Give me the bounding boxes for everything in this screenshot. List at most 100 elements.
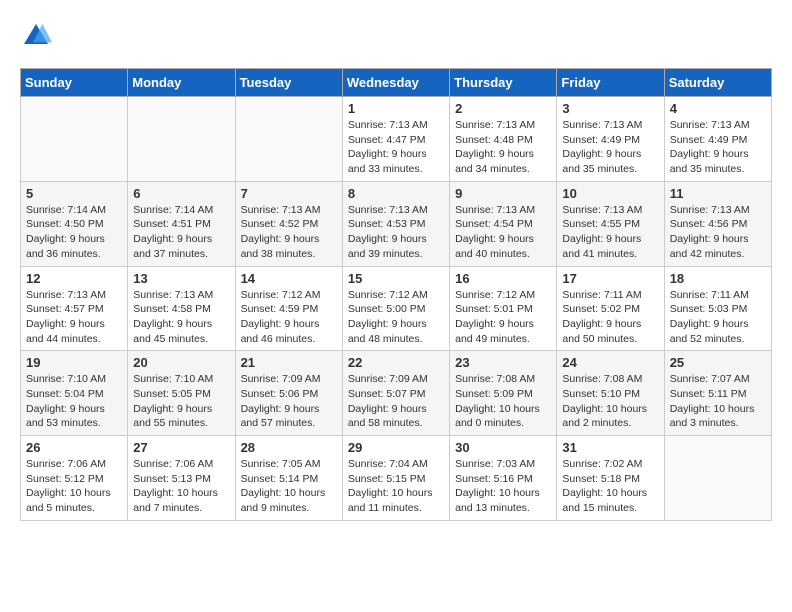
- calendar-week-row: 5 Sunrise: 7:14 AM Sunset: 4:50 PM Daylig…: [21, 181, 772, 266]
- day-info: Sunrise: 7:04 AM Sunset: 5:15 PM Dayligh…: [348, 457, 444, 516]
- day-info: Sunrise: 7:12 AM Sunset: 4:59 PM Dayligh…: [241, 288, 337, 347]
- day-info: Sunrise: 7:13 AM Sunset: 4:52 PM Dayligh…: [241, 203, 337, 262]
- day-info: Sunrise: 7:06 AM Sunset: 5:13 PM Dayligh…: [133, 457, 229, 516]
- day-info: Sunrise: 7:12 AM Sunset: 5:01 PM Dayligh…: [455, 288, 551, 347]
- calendar-cell: 15 Sunrise: 7:12 AM Sunset: 5:00 PM Dayli…: [342, 266, 449, 351]
- logo-icon: [20, 20, 52, 52]
- calendar-cell: 4 Sunrise: 7:13 AM Sunset: 4:49 PM Daylig…: [664, 97, 771, 182]
- weekday-header: Monday: [128, 69, 235, 97]
- day-info: Sunrise: 7:10 AM Sunset: 5:04 PM Dayligh…: [26, 372, 122, 431]
- calendar-week-row: 12Sunrise: 7:13 AM Sunset: 4:57 PM Dayli…: [21, 266, 772, 351]
- day-info: Sunrise: 7:10 AM Sunset: 5:05 PM Dayligh…: [133, 372, 229, 431]
- day-info: Sunrise: 7:11 AM Sunset: 5:02 PM Dayligh…: [562, 288, 658, 347]
- day-number: 30: [455, 440, 551, 455]
- day-info: Sunrise: 7:06 AM Sunset: 5:12 PM Dayligh…: [26, 457, 122, 516]
- weekday-header: Thursday: [450, 69, 557, 97]
- day-number: 25: [670, 355, 766, 370]
- day-number: 9: [455, 186, 551, 201]
- day-info: Sunrise: 7:07 AM Sunset: 5:11 PM Dayligh…: [670, 372, 766, 431]
- logo: [20, 20, 56, 52]
- calendar-cell: 18Sunrise: 7:11 AM Sunset: 5:03 PM Dayli…: [664, 266, 771, 351]
- weekday-header-row: SundayMondayTuesdayWednesdayThursdayFrid…: [21, 69, 772, 97]
- calendar-cell: 17 Sunrise: 7:11 AM Sunset: 5:02 PM Dayli…: [557, 266, 664, 351]
- calendar-cell: [664, 436, 771, 521]
- calendar-cell: 2 Sunrise: 7:13 AM Sunset: 4:48 PM Daylig…: [450, 97, 557, 182]
- calendar-cell: 29 Sunrise: 7:04 AM Sunset: 5:15 PM Dayli…: [342, 436, 449, 521]
- calendar-cell: 26 Sunrise: 7:06 AM Sunset: 5:12 PM Dayli…: [21, 436, 128, 521]
- day-number: 26: [26, 440, 122, 455]
- calendar-cell: 13 Sunrise: 7:13 AM Sunset: 4:58 PM Dayli…: [128, 266, 235, 351]
- day-info: Sunrise: 7:02 AM Sunset: 5:18 PM Dayligh…: [562, 457, 658, 516]
- calendar-week-row: 19 Sunrise: 7:10 AM Sunset: 5:04 PM Dayli…: [21, 351, 772, 436]
- day-info: Sunrise: 7:12 AM Sunset: 5:00 PM Dayligh…: [348, 288, 444, 347]
- day-info: Sunrise: 7:08 AM Sunset: 5:09 PM Dayligh…: [455, 372, 551, 431]
- day-info: Sunrise: 7:13 AM Sunset: 4:48 PM Dayligh…: [455, 118, 551, 177]
- calendar-cell: 8 Sunrise: 7:13 AM Sunset: 4:53 PM Daylig…: [342, 181, 449, 266]
- day-number: 28: [241, 440, 337, 455]
- day-info: Sunrise: 7:13 AM Sunset: 4:47 PM Dayligh…: [348, 118, 444, 177]
- weekday-header: Saturday: [664, 69, 771, 97]
- day-number: 15: [348, 271, 444, 286]
- calendar-cell: 27 Sunrise: 7:06 AM Sunset: 5:13 PM Dayli…: [128, 436, 235, 521]
- day-number: 27: [133, 440, 229, 455]
- calendar-cell: 21 Sunrise: 7:09 AM Sunset: 5:06 PM Dayli…: [235, 351, 342, 436]
- day-number: 17: [562, 271, 658, 286]
- calendar-cell: 16 Sunrise: 7:12 AM Sunset: 5:01 PM Dayli…: [450, 266, 557, 351]
- calendar-cell: 12Sunrise: 7:13 AM Sunset: 4:57 PM Dayli…: [21, 266, 128, 351]
- calendar-cell: 20Sunrise: 7:10 AM Sunset: 5:05 PM Dayli…: [128, 351, 235, 436]
- day-info: Sunrise: 7:13 AM Sunset: 4:56 PM Dayligh…: [670, 203, 766, 262]
- day-info: Sunrise: 7:13 AM Sunset: 4:49 PM Dayligh…: [670, 118, 766, 177]
- day-number: 16: [455, 271, 551, 286]
- day-number: 13: [133, 271, 229, 286]
- day-number: 31: [562, 440, 658, 455]
- calendar-week-row: 26 Sunrise: 7:06 AM Sunset: 5:12 PM Dayli…: [21, 436, 772, 521]
- day-number: 1: [348, 101, 444, 116]
- day-number: 21: [241, 355, 337, 370]
- calendar-cell: 30 Sunrise: 7:03 AM Sunset: 5:16 PM Dayli…: [450, 436, 557, 521]
- calendar-cell: 24Sunrise: 7:08 AM Sunset: 5:10 PM Dayli…: [557, 351, 664, 436]
- day-number: 10: [562, 186, 658, 201]
- calendar-cell: 6Sunrise: 7:14 AM Sunset: 4:51 PM Daylig…: [128, 181, 235, 266]
- calendar-week-row: 1 Sunrise: 7:13 AM Sunset: 4:47 PM Daylig…: [21, 97, 772, 182]
- day-info: Sunrise: 7:09 AM Sunset: 5:06 PM Dayligh…: [241, 372, 337, 431]
- calendar-cell: 1 Sunrise: 7:13 AM Sunset: 4:47 PM Daylig…: [342, 97, 449, 182]
- weekday-header: Wednesday: [342, 69, 449, 97]
- calendar-cell: 23 Sunrise: 7:08 AM Sunset: 5:09 PM Dayli…: [450, 351, 557, 436]
- day-number: 2: [455, 101, 551, 116]
- calendar-cell: 5 Sunrise: 7:14 AM Sunset: 4:50 PM Daylig…: [21, 181, 128, 266]
- day-info: Sunrise: 7:13 AM Sunset: 4:54 PM Dayligh…: [455, 203, 551, 262]
- calendar-cell: 25 Sunrise: 7:07 AM Sunset: 5:11 PM Dayli…: [664, 351, 771, 436]
- day-number: 29: [348, 440, 444, 455]
- calendar-cell: [235, 97, 342, 182]
- calendar-cell: 9 Sunrise: 7:13 AM Sunset: 4:54 PM Daylig…: [450, 181, 557, 266]
- calendar-cell: 10 Sunrise: 7:13 AM Sunset: 4:55 PM Dayli…: [557, 181, 664, 266]
- calendar-cell: [128, 97, 235, 182]
- page-header: [20, 20, 772, 52]
- day-number: 22: [348, 355, 444, 370]
- day-info: Sunrise: 7:13 AM Sunset: 4:53 PM Dayligh…: [348, 203, 444, 262]
- day-info: Sunrise: 7:13 AM Sunset: 4:58 PM Dayligh…: [133, 288, 229, 347]
- calendar-cell: 3Sunrise: 7:13 AM Sunset: 4:49 PM Daylig…: [557, 97, 664, 182]
- day-info: Sunrise: 7:11 AM Sunset: 5:03 PM Dayligh…: [670, 288, 766, 347]
- weekday-header: Sunday: [21, 69, 128, 97]
- day-number: 4: [670, 101, 766, 116]
- day-info: Sunrise: 7:13 AM Sunset: 4:55 PM Dayligh…: [562, 203, 658, 262]
- calendar-cell: 11Sunrise: 7:13 AM Sunset: 4:56 PM Dayli…: [664, 181, 771, 266]
- day-number: 7: [241, 186, 337, 201]
- weekday-header: Friday: [557, 69, 664, 97]
- calendar-cell: 22Sunrise: 7:09 AM Sunset: 5:07 PM Dayli…: [342, 351, 449, 436]
- day-number: 14: [241, 271, 337, 286]
- day-number: 8: [348, 186, 444, 201]
- day-number: 5: [26, 186, 122, 201]
- day-number: 3: [562, 101, 658, 116]
- calendar-cell: 14 Sunrise: 7:12 AM Sunset: 4:59 PM Dayli…: [235, 266, 342, 351]
- day-number: 12: [26, 271, 122, 286]
- calendar-cell: 28 Sunrise: 7:05 AM Sunset: 5:14 PM Dayli…: [235, 436, 342, 521]
- day-info: Sunrise: 7:05 AM Sunset: 5:14 PM Dayligh…: [241, 457, 337, 516]
- day-info: Sunrise: 7:14 AM Sunset: 4:50 PM Dayligh…: [26, 203, 122, 262]
- calendar-table: SundayMondayTuesdayWednesdayThursdayFrid…: [20, 68, 772, 521]
- day-info: Sunrise: 7:08 AM Sunset: 5:10 PM Dayligh…: [562, 372, 658, 431]
- day-number: 19: [26, 355, 122, 370]
- day-info: Sunrise: 7:03 AM Sunset: 5:16 PM Dayligh…: [455, 457, 551, 516]
- day-number: 23: [455, 355, 551, 370]
